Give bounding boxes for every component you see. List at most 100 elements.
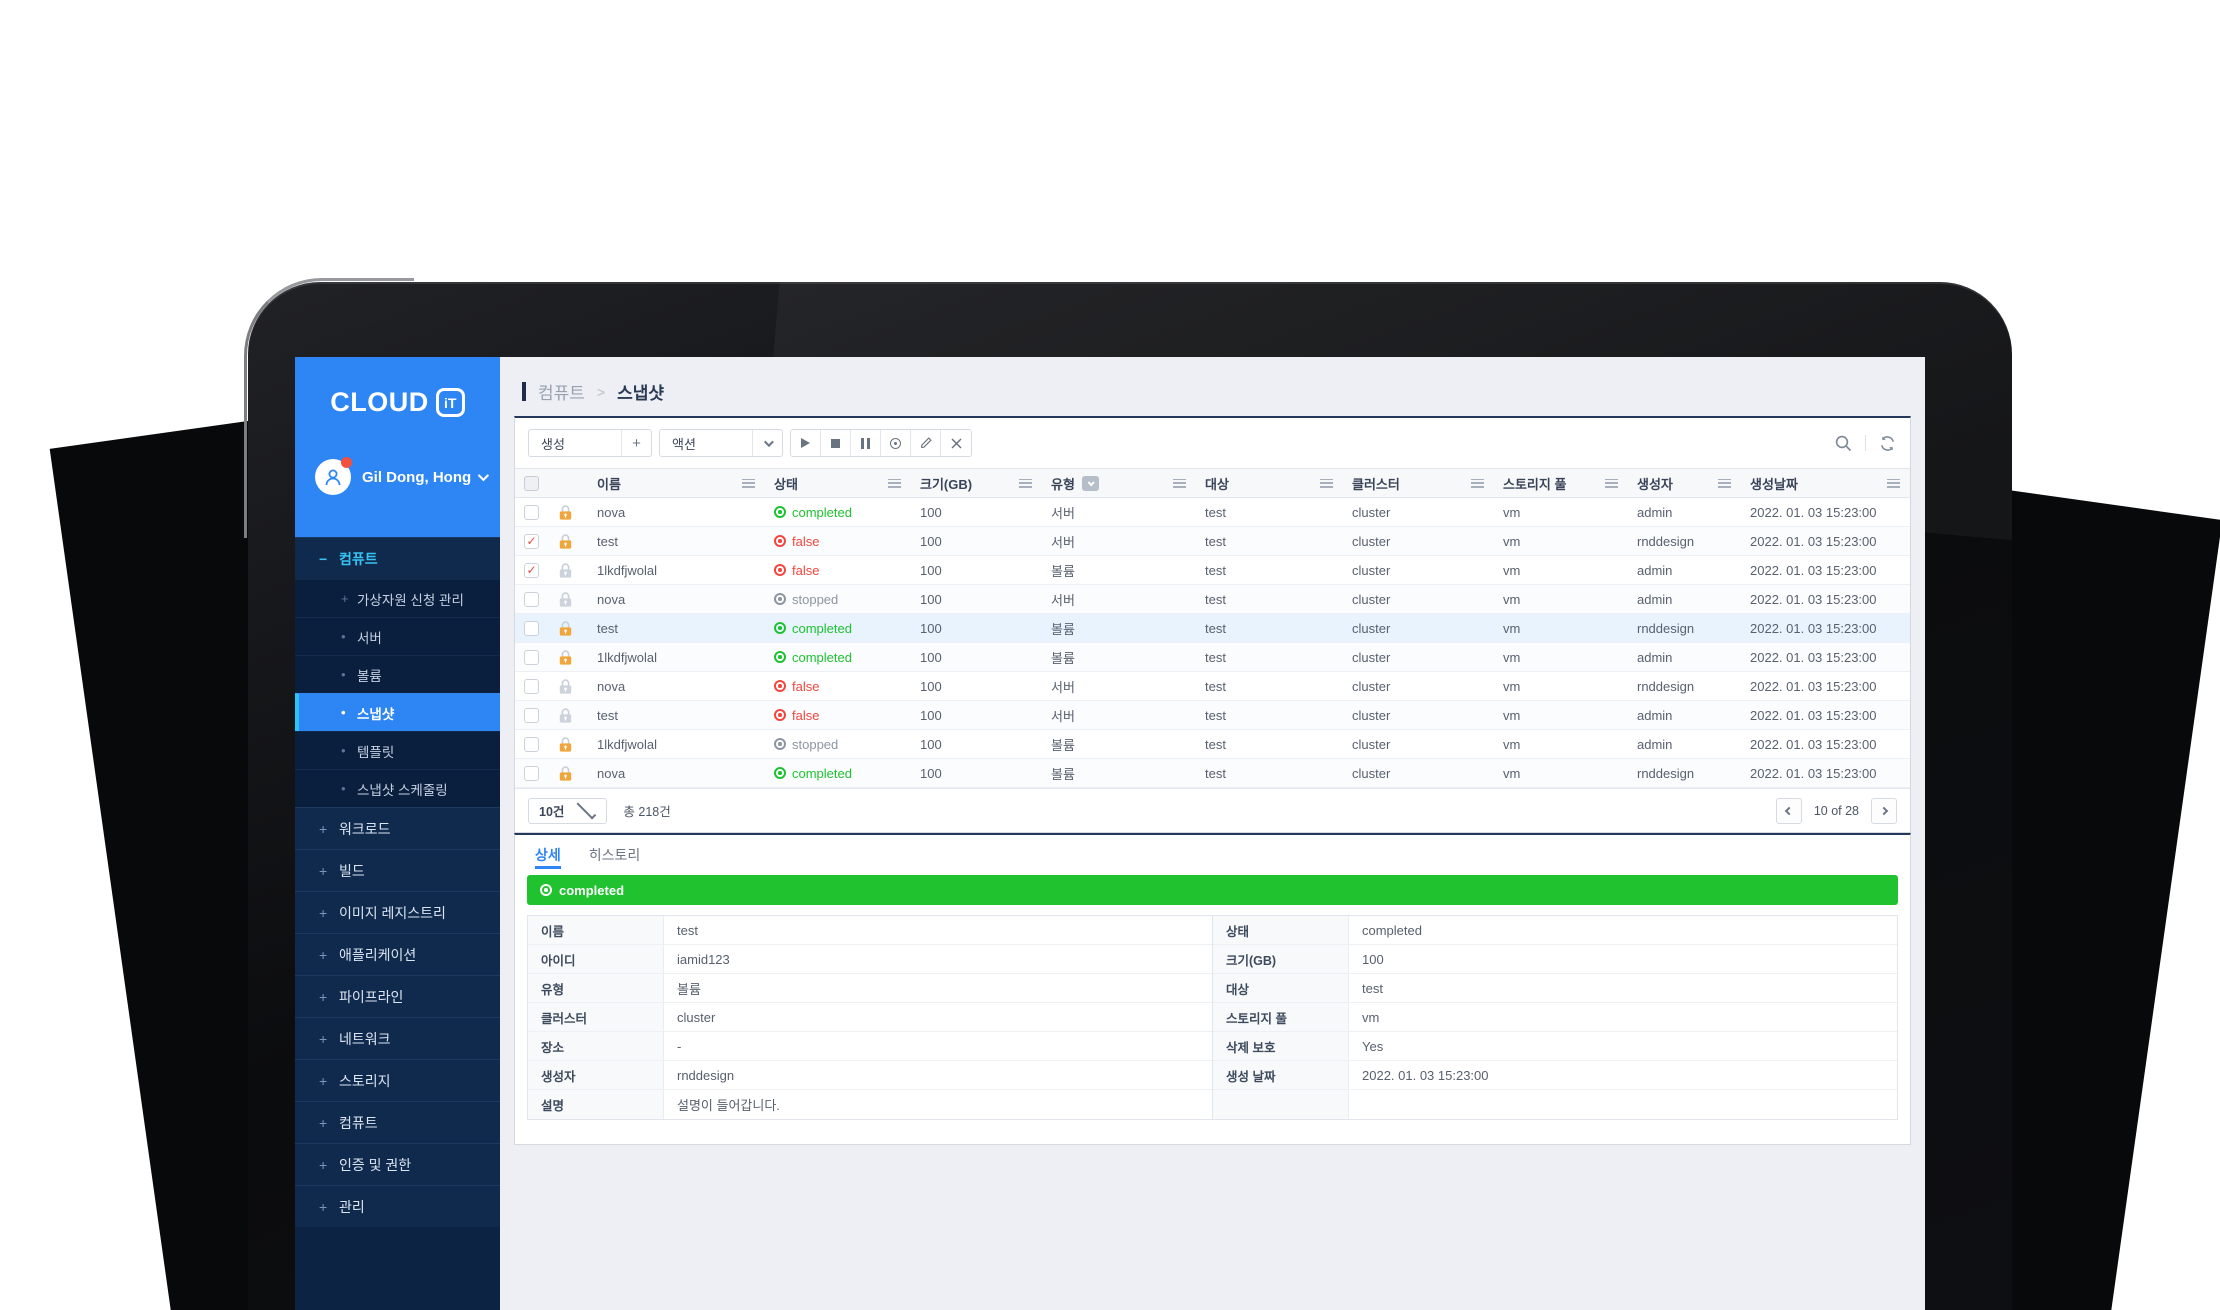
user-menu[interactable]: Gil Dong, Hong <box>315 457 490 495</box>
table-row[interactable]: 1lkdfjwolal stopped 100 볼륨 test cluster vm admi… <box>515 730 1910 759</box>
row-checkbox[interactable] <box>524 591 539 607</box>
column-header-creator[interactable]: 생성자 <box>1628 469 1741 497</box>
sidebar-item-이미지 레지스트리[interactable]: + 이미지 레지스트리 <box>295 891 500 933</box>
cell-date: 2022. 01. 03 15:23:00 <box>1750 649 1877 665</box>
detail-row: 설명 설명이 들어갑니다. <box>528 1090 1212 1119</box>
page-size-select[interactable]: 10건 <box>528 797 608 824</box>
table-row[interactable]: ✓ test false 100 서버 test cluster vm rnddesign 202… <box>515 527 1910 556</box>
row-lock-cell <box>549 707 588 724</box>
sidebar-item-스토리지[interactable]: + 스토리지 <box>295 1059 500 1101</box>
column-header-date[interactable]: 생성날짜 <box>1741 469 1910 497</box>
create-button[interactable]: 생성 + <box>528 429 652 457</box>
sidebar-item-워크로드[interactable]: + 워크로드 <box>295 807 500 849</box>
tab-히스토리[interactable]: 히스토리 <box>589 845 641 869</box>
row-checkbox[interactable] <box>524 678 539 694</box>
sidebar-item-인증 및 권한[interactable]: + 인증 및 권한 <box>295 1143 500 1185</box>
column-header-name[interactable]: 이름 <box>588 469 765 497</box>
select-all-checkbox[interactable] <box>524 475 539 491</box>
header-lock-cell <box>549 469 588 497</box>
chevron-down-icon <box>752 430 782 456</box>
plus-icon[interactable]: + <box>621 430 651 456</box>
table-header: 이름 상태 크기(GB) 유형 대상 클러스터 스토리지 풀 생성자 생성날짜 <box>515 468 1910 498</box>
row-checkbox[interactable] <box>524 620 539 636</box>
detail-row: 이름 test <box>528 916 1212 945</box>
detail-label: 클러스터 <box>528 1003 664 1031</box>
sidebar-item-컴퓨트[interactable]: − 컴퓨트 <box>295 537 500 579</box>
tab-상세[interactable]: 상세 <box>535 845 561 869</box>
sidebar-item-서버[interactable]: • 서버 <box>295 617 500 655</box>
pause-button[interactable] <box>851 430 881 456</box>
sidebar-item-파이프라인[interactable]: + 파이프라인 <box>295 975 500 1017</box>
refresh-button[interactable] <box>1878 434 1897 453</box>
lock-icon <box>559 620 572 636</box>
cell-name: nova <box>597 765 626 781</box>
sidebar-item-스냅샷[interactable]: • 스냅샷 <box>295 693 500 731</box>
sidebar-item-볼륨[interactable]: • 볼륨 <box>295 655 500 693</box>
row-checkbox[interactable] <box>524 736 539 752</box>
column-header-size[interactable]: 크기(GB) <box>911 469 1042 497</box>
row-checkbox-cell <box>515 765 549 781</box>
filter-badge[interactable] <box>1081 475 1099 491</box>
cell-cluster: cluster <box>1352 591 1391 607</box>
table-row[interactable]: 1lkdfjwolal completed 100 볼륨 test cluster vm ad… <box>515 643 1910 672</box>
column-header-cluster[interactable]: 클러스터 <box>1343 469 1494 497</box>
prev-page-button[interactable] <box>1775 797 1802 824</box>
cell-date: 2022. 01. 03 15:23:00 <box>1750 765 1877 781</box>
brand-logo[interactable]: CLOUD iT <box>295 357 500 418</box>
detail-value: 2022. 01. 03 15:23:00 <box>1362 1067 1489 1083</box>
close-icon <box>950 437 962 449</box>
page-title: 스냅샷 <box>617 384 665 403</box>
column-header-target[interactable]: 대상 <box>1196 469 1343 497</box>
sidebar-item-label: 템플릿 <box>357 744 395 760</box>
chevron-left-icon <box>1784 806 1794 815</box>
edit-button[interactable] <box>911 430 941 456</box>
table-row[interactable]: nova completed 100 서버 test cluster vm admin 2022… <box>515 498 1910 527</box>
table-row[interactable]: test completed 100 볼륨 test cluster vm rnddesign… <box>515 614 1910 643</box>
status-icon <box>774 709 786 721</box>
sidebar-item-컴퓨트[interactable]: + 컴퓨트 <box>295 1101 500 1143</box>
column-header-type[interactable]: 유형 <box>1042 469 1196 497</box>
sidebar-item-스냅샷 스케줄링[interactable]: • 스냅샷 스케줄링 <box>295 769 500 807</box>
detail-value: Yes <box>1362 1038 1384 1054</box>
record-button[interactable] <box>881 430 911 456</box>
menu-lines-icon <box>1718 478 1731 488</box>
status-icon <box>774 564 786 576</box>
sidebar-item-가상자원 신청 관리[interactable]: + 가상자원 신청 관리 <box>295 579 500 617</box>
table-row[interactable]: nova stopped 100 서버 test cluster vm admin 2022. … <box>515 585 1910 614</box>
table-row[interactable]: nova completed 100 볼륨 test cluster vm rnddesign… <box>515 759 1910 788</box>
page: CLOUD iT Gil Dong, Hong − 컴퓨트 + 가상자원 신청 관 <box>0 0 2220 1310</box>
column-header-status[interactable]: 상태 <box>765 469 911 497</box>
row-action-group <box>790 429 972 457</box>
search-button[interactable] <box>1834 434 1853 453</box>
row-checkbox[interactable] <box>524 649 539 665</box>
sidebar-item-빌드[interactable]: + 빌드 <box>295 849 500 891</box>
breadcrumb-parent[interactable]: 컴퓨트 <box>538 379 585 404</box>
stop-button[interactable] <box>821 430 851 456</box>
table-row[interactable]: ✓ 1lkdfjwolal false 100 볼륨 test cluster vm admin… <box>515 556 1910 585</box>
sidebar-item-관리[interactable]: + 관리 <box>295 1185 500 1227</box>
menu-lines-icon <box>742 478 755 488</box>
sidebar-item-애플리케이션[interactable]: + 애플리케이션 <box>295 933 500 975</box>
cell-creator: admin <box>1637 591 1673 607</box>
status-value: stopped <box>774 737 911 752</box>
cell-date: 2022. 01. 03 15:23:00 <box>1750 707 1877 723</box>
plus-icon: + <box>319 1072 328 1089</box>
action-dropdown[interactable]: 액션 <box>659 429 783 457</box>
row-checkbox[interactable] <box>524 504 539 520</box>
sidebar-item-네트워크[interactable]: + 네트워크 <box>295 1017 500 1059</box>
status-value: completed <box>774 621 911 636</box>
sidebar-item-템플릿[interactable]: • 템플릿 <box>295 731 500 769</box>
sidebar-item-label: 인증 및 권한 <box>339 1156 412 1173</box>
status-banner: completed <box>527 875 1898 905</box>
start-button[interactable] <box>791 430 821 456</box>
table-row[interactable]: test false 100 서버 test cluster vm admin 2022. 01… <box>515 701 1910 730</box>
row-checkbox[interactable]: ✓ <box>524 562 539 578</box>
row-checkbox[interactable] <box>524 765 539 781</box>
column-header-pool[interactable]: 스토리지 풀 <box>1494 469 1628 497</box>
row-checkbox[interactable] <box>524 707 539 723</box>
next-page-button[interactable] <box>1871 797 1897 824</box>
column-label: 유형 <box>1051 476 1075 492</box>
table-row[interactable]: nova false 100 서버 test cluster vm rnddesign 2022… <box>515 672 1910 701</box>
delete-button[interactable] <box>941 430 971 456</box>
row-checkbox[interactable]: ✓ <box>524 533 539 549</box>
